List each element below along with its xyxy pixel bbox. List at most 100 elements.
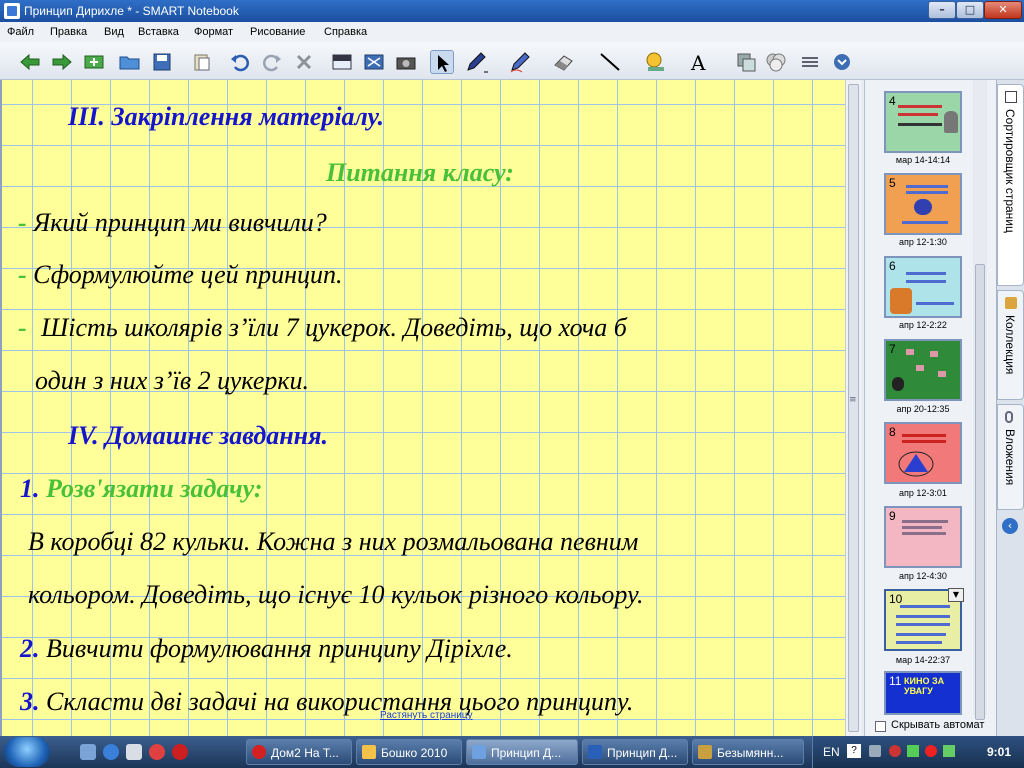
chrome-icon[interactable] [149,744,165,760]
canvas-scrollbar[interactable]: ≡ [845,80,861,736]
page-sorter-scrollbar-thumb[interactable] [975,264,985,720]
page-thumbnail-4[interactable]: 4 [884,91,962,153]
page-timestamp: апр 20-12:35 [896,404,950,414]
menu-view[interactable]: Вид [104,26,124,38]
pen-icon[interactable] [464,50,488,74]
page-timestamp: мар 14-22:37 [895,655,951,665]
language-indicator[interactable]: EN [823,745,840,759]
toolbar: A [0,42,1024,80]
taskbar-item-paint[interactable]: Безымянн... [692,739,804,765]
move-toolbar-icon[interactable] [798,50,822,74]
autohide-checkbox[interactable] [875,721,886,732]
whiteboard-canvas[interactable]: III. Закріплення матеріалу. Питання клас… [0,80,845,736]
taskbar-item-opera[interactable]: Дом2 На Т... [246,739,352,765]
page-sorter-scrollbar[interactable] [973,80,987,720]
page-number: 7 [889,342,896,356]
title-bar: Принцип Дирихле * - SMART Notebook – □ ✕ [0,0,1024,22]
save-icon[interactable] [150,50,174,74]
internet-explorer-icon[interactable] [103,744,119,760]
add-page-icon[interactable] [82,50,106,74]
fill-icon[interactable] [644,50,668,74]
wifi-icon[interactable] [943,745,955,757]
maximize-button[interactable]: □ [956,1,984,19]
tab-page-sorter[interactable]: Сортировщик страниц [997,84,1024,286]
canvas-border [0,80,2,736]
start-button[interactable] [4,737,50,767]
thumbnail-menu-button[interactable]: ▼ [948,588,964,602]
menu-edit[interactable]: Правка [50,26,87,38]
question-2: - Сформулюйте цей принцип. [18,260,343,290]
antivirus-icon[interactable] [889,745,901,757]
menu-file[interactable]: Файл [7,26,34,38]
opera-task-icon [252,745,266,759]
tab-gallery[interactable]: Коллекция [997,290,1024,400]
open-folder-icon[interactable] [118,50,142,74]
text-icon[interactable]: A [688,50,712,75]
page-thumbnail-6[interactable]: 6 [884,256,962,318]
undo-icon[interactable] [228,50,252,74]
resize-page-link[interactable]: Растянуть страницу [380,710,473,721]
canvas-scrollbar-thumb[interactable] [848,84,859,732]
collapse-panel-icon[interactable]: ‹ [1002,518,1018,534]
menu-bar: Файл Правка Вид Вставка Формат Рисование… [0,22,1024,42]
more-icon[interactable] [830,50,854,74]
taskbar-item-folder[interactable]: Бошко 2010 [356,739,462,765]
select-pointer-icon[interactable] [430,50,454,74]
full-screen-icon[interactable] [362,50,386,74]
quicklaunch-app-icon[interactable] [126,744,142,760]
taskbar-item-notebook[interactable]: Принцип Д... [466,739,578,765]
page-number: 9 [889,509,896,523]
tab-attachments-label: Вложения [1003,429,1017,486]
close-button[interactable]: ✕ [984,1,1022,19]
show-desktop-icon[interactable] [80,744,96,760]
page-timestamp: апр 12-2:22 [899,320,947,330]
tab-gallery-label: Коллекция [1003,315,1017,375]
page-number: 8 [889,425,896,439]
side-tabs: Сортировщик страниц Коллекция Вложения ‹ [996,80,1024,736]
task-label: Принцип Д... [607,746,678,760]
camera-icon[interactable] [394,50,418,74]
opera-icon[interactable] [172,744,188,760]
page-thumbnail-9[interactable]: 9 [884,506,962,568]
task-label: Безымянн... [717,746,784,760]
paste-icon[interactable] [190,50,214,74]
eraser-icon[interactable] [552,50,576,74]
tab-attachments[interactable]: Вложения [997,404,1024,510]
question-3-text-line1: Шість школярів з’їли 7 цукерок. Доведіть… [41,313,627,342]
table-icon[interactable] [764,50,788,74]
menu-insert[interactable]: Вставка [138,26,179,38]
page-timestamp: апр 12-4:30 [899,571,947,581]
help-icon[interactable]: ? [847,744,861,758]
line-icon[interactable] [598,50,622,74]
page-thumbnail-5[interactable]: 5 [884,173,962,235]
notebook-task-icon [472,745,486,759]
task-label: Бошко 2010 [381,746,448,760]
task-1-title: 1. Розв'язати задачу: [20,474,263,504]
page-thumbnail-7[interactable]: 7 [884,339,962,401]
question-1: - Який принцип ми вивчили? [18,208,327,238]
screen-shade-icon[interactable] [330,50,354,74]
back-arrow-icon[interactable] [18,50,42,74]
taskbar-item-word[interactable]: Принцип Д... [582,739,688,765]
redo-icon[interactable] [260,50,284,74]
page-thumbnail-11[interactable]: 11 КИНО ЗА УВАГУ [884,671,962,715]
network-icon[interactable] [907,745,919,757]
tab-page-sorter-label: Сортировщик страниц [1003,109,1017,233]
properties-icon[interactable] [734,50,758,74]
forward-arrow-icon[interactable] [50,50,74,74]
page-thumbnail-8[interactable]: 8 [884,422,962,484]
menu-format[interactable]: Формат [194,26,233,38]
page-number: 6 [889,259,896,273]
security-icon[interactable] [925,745,937,757]
clock[interactable]: 9:01 [987,745,1011,759]
menu-draw[interactable]: Рисование [250,26,305,38]
creative-pen-icon[interactable] [508,50,532,74]
bullet-dash: - [18,208,27,237]
minimize-button[interactable]: – [928,1,956,19]
menu-help[interactable]: Справка [324,26,367,38]
tray-app-icon[interactable] [869,745,881,757]
page-timestamp: апр 12-1:30 [899,237,947,247]
gallery-icon [1005,297,1017,309]
delete-icon[interactable] [292,50,316,74]
heading-consolidation: III. Закріплення матеріалу. [68,102,384,131]
